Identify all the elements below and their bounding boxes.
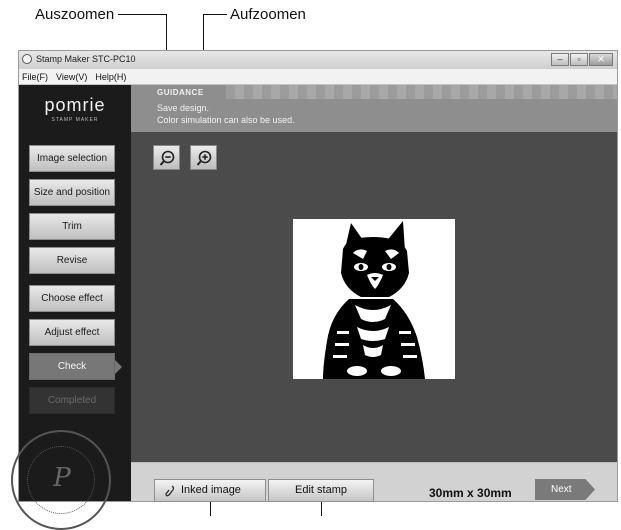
step-check[interactable]: Check [29, 353, 115, 380]
zoom-in-button[interactable] [190, 145, 217, 170]
menu-file[interactable]: File(F) [19, 69, 53, 84]
zoom-out-magnifier-icon [159, 150, 175, 166]
window-title: Stamp Maker STC-PC10 [36, 54, 136, 64]
guidance-line-1: Save design. [157, 103, 210, 113]
app-icon [22, 54, 32, 64]
menu-bar: File(F) View(V) Help(H) [19, 69, 617, 85]
callout-line-edit-stamp [321, 502, 322, 516]
brand-subtitle: STAMP MAKER [51, 117, 99, 123]
next-button[interactable]: Next [535, 479, 595, 500]
window-controls: – ▫ ✕ [551, 53, 613, 66]
inked-image-label: Inked image [181, 484, 241, 496]
seal-inner-ring: P [27, 446, 95, 514]
sidebar: pomrie STAMP MAKER Image selection Size … [11, 85, 131, 530]
pomrie-seal-logo: P [11, 430, 111, 530]
title-bar: Stamp Maker STC-PC10 – ▫ ✕ [19, 51, 617, 69]
callout-line-inked-image [210, 502, 211, 516]
guidance-panel: GUIDANCE Save design. Color simulation c… [131, 85, 617, 132]
edit-stamp-button[interactable]: Edit stamp [268, 479, 374, 502]
guidance-pattern [226, 85, 617, 99]
stamp-preview-image [293, 219, 455, 379]
callout-zoom-in: Aufzoomen [230, 6, 306, 23]
step-size-and-position[interactable]: Size and position [29, 179, 115, 206]
callout-line-zoom-out [118, 14, 166, 15]
menu-help[interactable]: Help(H) [92, 69, 131, 84]
cat-stamp-image [323, 221, 425, 379]
step-trim[interactable]: Trim [29, 213, 115, 240]
close-button[interactable]: ✕ [589, 53, 613, 66]
step-choose-effect[interactable]: Choose effect [29, 285, 115, 312]
zoom-in-magnifier-icon [196, 150, 212, 166]
minimize-button[interactable]: – [551, 53, 569, 66]
inked-image-icon [165, 485, 175, 497]
zoom-out-button[interactable] [153, 145, 180, 170]
maximize-button[interactable]: ▫ [570, 53, 588, 66]
guidance-line-2: Color simulation can also be used. [157, 115, 295, 125]
brand-logo: pomrie [44, 95, 106, 115]
seal-monogram-icon: P [53, 463, 71, 493]
stamp-size-readout: 30mm x 30mm [429, 486, 512, 500]
guidance-title: GUIDANCE [157, 88, 204, 97]
menu-view[interactable]: View(V) [53, 69, 92, 84]
callout-zoom-out: Auszoomen [35, 6, 115, 23]
active-step-arrow-icon [115, 360, 122, 374]
callout-line-zoom-in [203, 14, 227, 15]
step-image-selection[interactable]: Image selection [29, 145, 115, 172]
app-window: Stamp Maker STC-PC10 – ▫ ✕ File(F) View(… [11, 50, 618, 530]
step-completed: Completed [29, 387, 115, 414]
step-revise[interactable]: Revise [29, 247, 115, 274]
step-adjust-effect[interactable]: Adjust effect [29, 319, 115, 346]
inked-image-button[interactable]: Inked image [154, 479, 266, 502]
